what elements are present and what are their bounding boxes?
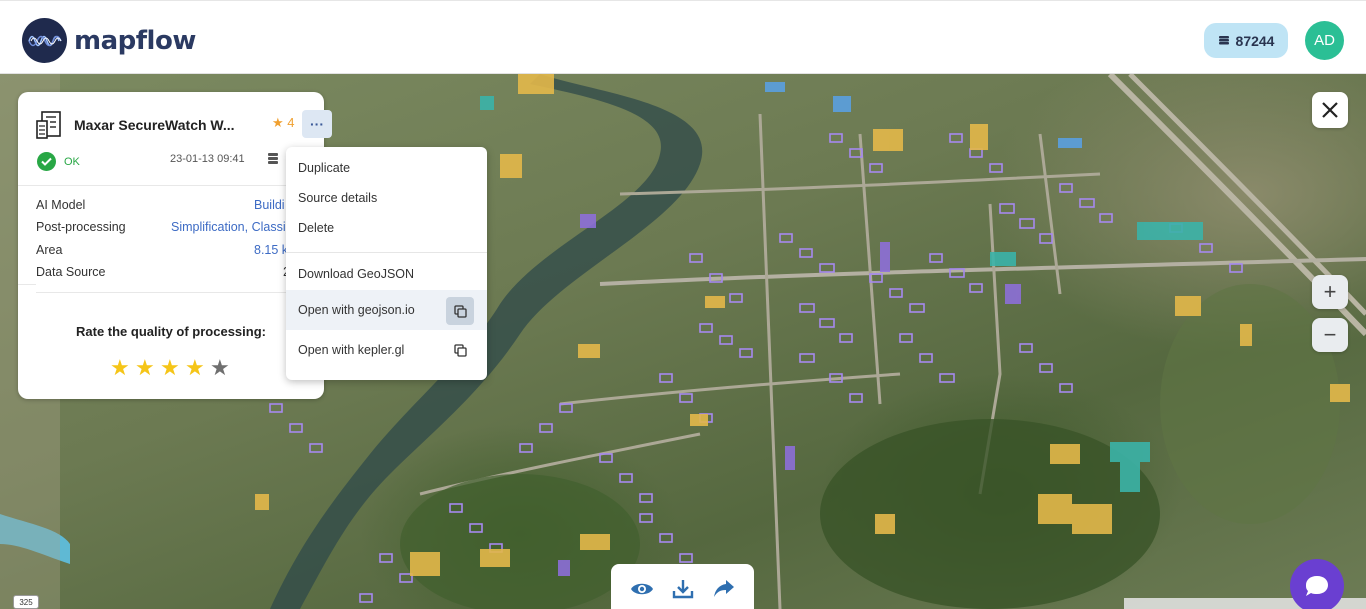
star-icon[interactable]: ★ bbox=[135, 357, 160, 379]
download-icon[interactable] bbox=[670, 576, 696, 602]
info-row-area: Area 8.15 k bbox=[36, 243, 306, 257]
copy-icon[interactable] bbox=[446, 297, 474, 325]
info-label: Area bbox=[36, 243, 63, 257]
menu-divider bbox=[286, 252, 487, 253]
info-label: Post-processing bbox=[36, 220, 126, 234]
star-icon: ★ bbox=[272, 115, 284, 130]
options-menu: Duplicate Source details Delete Download… bbox=[286, 147, 487, 380]
share-icon[interactable] bbox=[711, 576, 737, 602]
processing-title[interactable]: Maxar SecureWatch W... bbox=[74, 117, 235, 133]
eye-icon[interactable] bbox=[629, 576, 655, 602]
rate-prompt: Rate the quality of processing: bbox=[76, 324, 266, 339]
document-icon bbox=[36, 111, 61, 139]
rating-badge: ★ 4 bbox=[272, 115, 295, 131]
info-value: Buildi bbox=[254, 198, 285, 212]
info-label: AI Model bbox=[36, 198, 86, 212]
more-options-button[interactable]: ··· bbox=[302, 110, 332, 138]
info-value: 8.15 k bbox=[254, 243, 289, 257]
app-header: mapflow 87244 AD bbox=[0, 0, 1366, 74]
processing-date: 23-01-13 09:41 bbox=[170, 153, 245, 165]
star-icon[interactable]: ★ bbox=[110, 357, 135, 379]
close-icon bbox=[1322, 102, 1338, 118]
divider bbox=[36, 292, 306, 293]
card-header: Maxar SecureWatch W... ★ 4 ··· bbox=[36, 110, 332, 140]
star-icon[interactable]: ★ bbox=[160, 357, 185, 379]
divider bbox=[18, 185, 324, 186]
star-icon[interactable]: ★ bbox=[185, 357, 210, 379]
logo-wave-icon bbox=[22, 18, 67, 63]
info-row-ai-model: AI Model Buildi bbox=[36, 198, 306, 212]
processing-card: Maxar SecureWatch W... ★ 4 ··· OK 23-01-… bbox=[18, 92, 332, 399]
status-row: OK bbox=[37, 152, 80, 171]
menu-item-label: Open with geojson.io bbox=[298, 303, 415, 317]
menu-item-download-geojson[interactable]: Download GeoJSON bbox=[286, 259, 487, 289]
menu-item-duplicate[interactable]: Duplicate bbox=[286, 153, 487, 183]
info-row-data-source: Data Source 2 bbox=[36, 265, 306, 279]
info-row-post-processing: Post-processing Simplification, Classi bbox=[36, 220, 306, 234]
logo-text: mapflow bbox=[74, 25, 196, 56]
bottom-toolbar bbox=[611, 564, 754, 609]
status-text: OK bbox=[64, 155, 80, 168]
rating-stars: ★ ★ ★ ★ ★ bbox=[110, 357, 235, 379]
chat-icon[interactable] bbox=[1290, 559, 1344, 609]
info-value: Simplification, Classi bbox=[171, 220, 286, 234]
credits-value: 87244 bbox=[1235, 32, 1275, 49]
zoom-in-button[interactable]: + bbox=[1312, 275, 1348, 309]
copy-icon[interactable] bbox=[446, 336, 474, 364]
logo[interactable]: mapflow bbox=[22, 18, 196, 63]
layers-icon bbox=[268, 153, 278, 164]
rating-value: 4 bbox=[287, 115, 295, 130]
menu-item-source-details[interactable]: Source details bbox=[286, 183, 487, 213]
menu-item-label: Open with kepler.gl bbox=[298, 343, 405, 357]
user-avatar[interactable]: AD bbox=[1305, 21, 1344, 60]
close-button[interactable] bbox=[1312, 92, 1348, 128]
divider bbox=[18, 284, 36, 285]
menu-item-delete[interactable]: Delete bbox=[286, 213, 487, 243]
star-icon[interactable]: ★ bbox=[210, 357, 235, 379]
info-label: Data Source bbox=[36, 265, 106, 279]
zoom-out-button[interactable]: − bbox=[1312, 318, 1348, 352]
check-icon bbox=[37, 152, 56, 171]
road-shield: 325 bbox=[13, 595, 39, 609]
coin-stack-icon bbox=[1218, 33, 1230, 49]
credits-badge[interactable]: 87244 bbox=[1204, 23, 1288, 58]
